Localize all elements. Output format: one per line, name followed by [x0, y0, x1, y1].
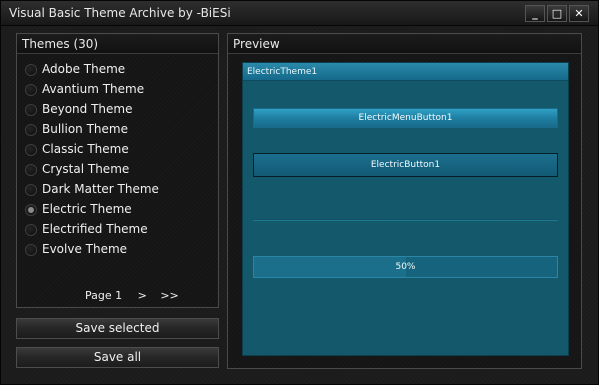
radio-button[interactable] — [25, 184, 37, 196]
radio-button[interactable] — [25, 164, 37, 176]
theme-label: Avantium Theme — [42, 82, 145, 96]
theme-label: Electrified Theme — [42, 222, 148, 236]
theme-item-electric[interactable]: Electric Theme — [23, 201, 213, 221]
theme-label: Crystal Theme — [42, 162, 130, 176]
theme-item-beyond[interactable]: Beyond Theme — [23, 101, 213, 121]
themes-panel: Themes (30) Adobe Theme Avantium Theme B… — [16, 33, 219, 308]
electric-form-title: ElectricTheme1 — [243, 63, 568, 81]
electric-theme-preview: ElectricTheme1 ElectricMenuButton1 Elect… — [242, 62, 569, 356]
theme-list: Adobe Theme Avantium Theme Beyond Theme … — [23, 61, 213, 261]
theme-item-avantium[interactable]: Avantium Theme — [23, 81, 213, 101]
theme-item-bullion[interactable]: Bullion Theme — [23, 121, 213, 141]
theme-label: Dark Matter Theme — [42, 182, 159, 196]
theme-label: Classic Theme — [42, 142, 129, 156]
theme-item-adobe[interactable]: Adobe Theme — [23, 61, 213, 81]
close-icon: ✕ — [574, 7, 584, 20]
close-button[interactable]: ✕ — [569, 5, 589, 22]
theme-label: Electric Theme — [42, 202, 132, 216]
radio-button[interactable] — [25, 104, 37, 116]
radio-button[interactable] — [25, 64, 37, 76]
electric-progress-bar: 50% — [253, 256, 558, 278]
radio-button[interactable] — [25, 84, 37, 96]
window-title: Visual Basic Theme Archive by -BiESi — [9, 6, 231, 20]
theme-item-electrified[interactable]: Electrified Theme — [23, 221, 213, 241]
progress-label: 50% — [395, 262, 416, 272]
radio-button-selected[interactable] — [25, 204, 37, 216]
theme-item-crystal[interactable]: Crystal Theme — [23, 161, 213, 181]
save-all-button[interactable]: Save all — [16, 347, 219, 368]
theme-label: Bullion Theme — [42, 122, 128, 136]
save-selected-button[interactable]: Save selected — [16, 318, 219, 339]
page-label: Page 1 — [85, 289, 123, 302]
themes-panel-header: Themes (30) — [17, 34, 218, 54]
theme-item-dark-matter[interactable]: Dark Matter Theme — [23, 181, 213, 201]
last-page-link[interactable]: >> — [160, 289, 178, 302]
radio-button[interactable] — [25, 124, 37, 136]
theme-label: Evolve Theme — [42, 242, 128, 256]
theme-label: Beyond Theme — [42, 102, 133, 116]
electric-separator — [253, 219, 558, 221]
minimize-button[interactable]: _ — [525, 5, 545, 22]
electric-menu-button[interactable]: ElectricMenuButton1 — [253, 108, 558, 128]
minimize-icon: _ — [532, 7, 538, 20]
title-bar[interactable]: Visual Basic Theme Archive by -BiESi _ □… — [1, 1, 598, 26]
electric-button[interactable]: ElectricButton1 — [253, 153, 558, 177]
theme-label: Adobe Theme — [42, 62, 126, 76]
maximize-icon: □ — [551, 7, 563, 20]
theme-item-classic[interactable]: Classic Theme — [23, 141, 213, 161]
radio-button[interactable] — [25, 224, 37, 236]
radio-button[interactable] — [25, 244, 37, 256]
maximize-button[interactable]: □ — [547, 5, 567, 22]
pager: Page 1 > >> — [85, 289, 189, 302]
main-window: Visual Basic Theme Archive by -BiESi _ □… — [0, 0, 599, 385]
preview-panel-header: Preview — [228, 34, 581, 54]
theme-item-evolve[interactable]: Evolve Theme — [23, 241, 213, 261]
next-page-link[interactable]: > — [138, 289, 147, 302]
preview-panel: Preview ElectricTheme1 ElectricMenuButto… — [227, 33, 582, 369]
radio-button[interactable] — [25, 144, 37, 156]
